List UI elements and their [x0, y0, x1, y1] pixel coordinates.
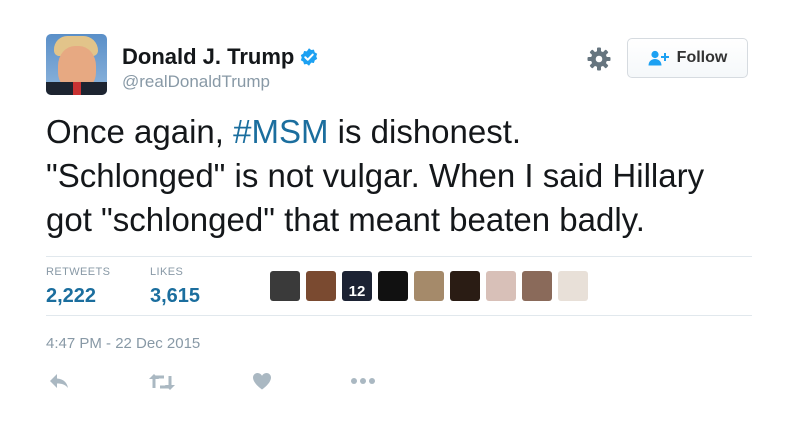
likes-stat[interactable]: LIKES 3,615	[150, 266, 200, 308]
liker-avatar[interactable]	[522, 271, 552, 301]
liker-avatar[interactable]	[558, 271, 588, 301]
tweet-card: Donald J. Trump @realDonaldTrump Follow …	[0, 0, 800, 427]
follow-button-label: Follow	[676, 49, 728, 66]
add-user-icon	[648, 50, 670, 66]
likers-avatars: 12	[270, 271, 588, 301]
gear-icon[interactable]	[586, 46, 612, 72]
retweet-icon[interactable]	[148, 372, 176, 392]
liker-avatar[interactable]	[414, 271, 444, 301]
avatar[interactable]	[46, 34, 107, 95]
liker-avatar[interactable]	[378, 271, 408, 301]
jersey-number: 12	[348, 283, 366, 300]
tweet-timestamp[interactable]: 4:47 PM - 22 Dec 2015	[46, 335, 200, 352]
follow-button[interactable]: Follow	[627, 38, 748, 78]
liker-avatar[interactable]	[306, 271, 336, 301]
user-handle[interactable]: @realDonaldTrump	[122, 72, 270, 92]
tweet-line: "Schlonged" is not vulgar. When I said H…	[46, 157, 705, 194]
tweet-text-segment: is dishonest.	[328, 113, 522, 150]
tweet-text-segment: Once again,	[46, 113, 234, 150]
liker-avatar[interactable]	[450, 271, 480, 301]
tweet-text: Once again, #MSM is dishonest. "Schlonge…	[46, 110, 766, 242]
user-name[interactable]: Donald J. Trump	[122, 44, 319, 73]
liker-avatar[interactable]	[486, 271, 516, 301]
more-icon[interactable]	[350, 372, 376, 390]
retweets-count[interactable]: 2,222	[46, 285, 110, 308]
retweets-label: RETWEETS	[46, 266, 111, 278]
tweet-line: got "schlonged" that meant beaten badly.	[46, 201, 645, 238]
divider	[46, 315, 752, 316]
hashtag-link[interactable]: #MSM	[233, 113, 328, 150]
likes-count[interactable]: 3,615	[150, 285, 200, 308]
likes-label: LIKES	[150, 266, 184, 278]
display-name[interactable]: Donald J. Trump	[122, 44, 294, 69]
retweet-stat[interactable]: RETWEETS 2,222	[46, 266, 110, 308]
reply-icon[interactable]	[48, 372, 70, 390]
liker-avatar[interactable]: 12	[342, 271, 372, 301]
divider	[46, 256, 752, 257]
like-icon[interactable]	[252, 372, 272, 390]
liker-avatar[interactable]	[270, 271, 300, 301]
tweet-line: Once again, #MSM is dishonest.	[46, 110, 766, 154]
verified-badge-icon	[299, 47, 319, 73]
